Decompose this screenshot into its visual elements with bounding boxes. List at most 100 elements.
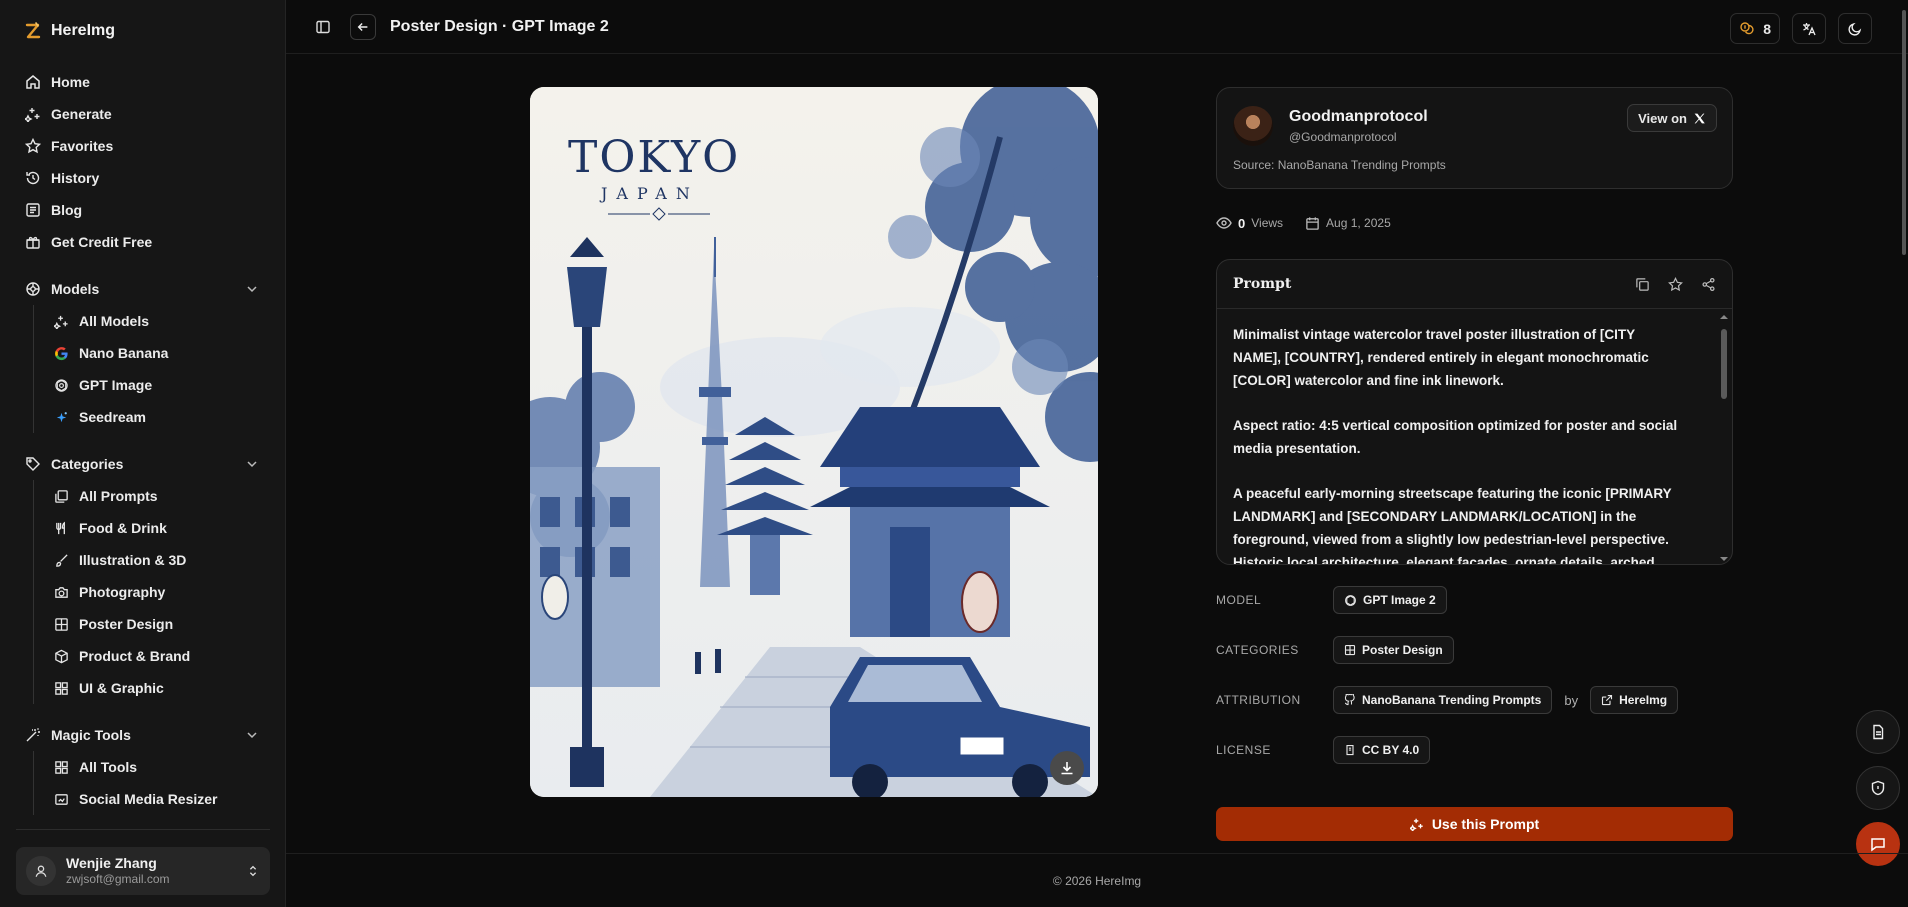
categories-row: CATEGORIES Poster Design bbox=[1216, 635, 1733, 665]
sidebar-item-label: Generate bbox=[51, 106, 112, 122]
brush-icon bbox=[56, 553, 68, 567]
sidebar-item-label: Poster Design bbox=[79, 616, 174, 632]
chevron-down-icon bbox=[247, 732, 257, 739]
star-icon bbox=[25, 138, 41, 154]
chevron-up-down-icon bbox=[249, 865, 257, 877]
language-button[interactable] bbox=[1792, 13, 1826, 44]
sidebar-item-get-credit[interactable]: Get Credit Free bbox=[16, 226, 269, 258]
sidebar-item-illustration[interactable]: Illustration & 3D bbox=[46, 544, 269, 576]
model-chip[interactable]: GPT Image 2 bbox=[1333, 586, 1447, 614]
translate-icon bbox=[1803, 22, 1816, 35]
section-label: Models bbox=[51, 281, 100, 297]
sidebar-item-nano-banana[interactable]: Nano Banana bbox=[46, 337, 269, 369]
section-magic-tools[interactable]: Magic Tools bbox=[16, 719, 269, 751]
sidebar-item-all-models[interactable]: All Models bbox=[46, 305, 269, 337]
google-icon bbox=[55, 346, 68, 360]
theme-toggle-button[interactable] bbox=[1838, 13, 1872, 44]
sidebar-item-history[interactable]: History bbox=[16, 162, 269, 194]
download-icon bbox=[1061, 762, 1073, 775]
category-value: Poster Design bbox=[1362, 643, 1443, 657]
prompt-paragraph: Minimalist vintage watercolor travel pos… bbox=[1233, 327, 1649, 388]
sidebar-item-generate[interactable]: Generate bbox=[16, 98, 269, 130]
models-list: All Models Nano Banana GPT Image Seedrea… bbox=[33, 305, 269, 433]
sidebar-item-food-drink[interactable]: Food & Drink bbox=[46, 512, 269, 544]
sidebar-item-label: Product & Brand bbox=[79, 648, 191, 664]
section-models[interactable]: Models bbox=[16, 273, 269, 305]
sidebar-item-label: UI & Graphic bbox=[79, 680, 164, 696]
author-name[interactable]: Goodmanprotocol bbox=[1289, 108, 1428, 126]
scroll-down-icon[interactable] bbox=[1720, 555, 1728, 563]
sidebar-item-poster-design[interactable]: Poster Design bbox=[46, 608, 269, 640]
sidebar-item-label: All Models bbox=[79, 313, 150, 329]
avatar bbox=[26, 856, 56, 886]
use-prompt-button[interactable]: Use this Prompt bbox=[1216, 807, 1733, 841]
page-scroll-thumb[interactable] bbox=[1902, 10, 1906, 255]
section-categories[interactable]: Categories bbox=[16, 448, 269, 480]
privacy-float-button[interactable] bbox=[1856, 766, 1900, 810]
back-button[interactable] bbox=[350, 13, 376, 40]
calendar-icon bbox=[1306, 216, 1319, 230]
sidebar-item-favorites[interactable]: Favorites bbox=[16, 130, 269, 162]
sidebar-item-home[interactable]: Home bbox=[16, 66, 269, 98]
history-icon bbox=[26, 171, 40, 185]
attribution-source-chip[interactable]: NanoBanana Trending Prompts bbox=[1333, 686, 1553, 714]
category-chip[interactable]: Poster Design bbox=[1333, 636, 1454, 664]
sidebar-item-product-brand[interactable]: Product & Brand bbox=[46, 640, 269, 672]
floating-actions bbox=[1856, 710, 1900, 866]
favorite-star-icon[interactable] bbox=[1668, 276, 1683, 292]
attribution-site: HereImg bbox=[1619, 693, 1668, 707]
view-on-x-button[interactable]: View on bbox=[1627, 104, 1717, 132]
sidebar-item-gpt-image[interactable]: GPT Image bbox=[46, 369, 269, 401]
toggle-sidebar-button[interactable] bbox=[310, 14, 336, 40]
footer: © 2026 HereImg bbox=[286, 853, 1908, 907]
attribution-row: ATTRIBUTION NanoBanana Trending Prompts … bbox=[1216, 685, 1733, 715]
license-icon bbox=[1346, 744, 1354, 756]
divider bbox=[16, 829, 270, 830]
author-source: Source: NanoBanana Trending Prompts bbox=[1233, 158, 1446, 172]
magic-wand-icon bbox=[26, 728, 40, 742]
credits-button[interactable]: 8 bbox=[1730, 13, 1780, 44]
sidebar-item-social-resizer[interactable]: Social Media Resizer bbox=[46, 783, 269, 815]
page-scrollbar[interactable] bbox=[1900, 0, 1908, 907]
home-icon bbox=[26, 75, 40, 89]
author-avatar[interactable] bbox=[1233, 106, 1273, 146]
scroll-up-icon[interactable] bbox=[1720, 313, 1728, 321]
topbar: Poster Design · GPT Image 2 8 bbox=[286, 0, 1908, 54]
app-root: HereImg Home Generate Favorites History … bbox=[0, 0, 1908, 907]
sidebar-item-all-tools[interactable]: All Tools bbox=[46, 751, 269, 783]
sidebar-item-photography[interactable]: Photography bbox=[46, 576, 269, 608]
sparkle-icon bbox=[54, 315, 68, 329]
license-row: LICENSE CC BY 4.0 bbox=[1216, 735, 1733, 765]
publish-date: Aug 1, 2025 bbox=[1326, 216, 1391, 230]
sidebar-item-label: All Tools bbox=[79, 759, 138, 775]
sparkle-icon bbox=[1409, 818, 1423, 831]
prompt-card: Prompt Minimalist vintage watercolor tra… bbox=[1216, 259, 1733, 565]
prompt-paragraph: Aspect ratio: 4:5 vertical composition o… bbox=[1233, 418, 1678, 456]
download-button[interactable] bbox=[1050, 751, 1084, 785]
sidebar-item-blog[interactable]: Blog bbox=[16, 194, 269, 226]
user-menu[interactable]: Wenjie Zhang zwjsoft@gmail.com bbox=[16, 847, 270, 895]
prompt-scroll-thumb[interactable] bbox=[1721, 329, 1727, 399]
brand[interactable]: HereImg bbox=[0, 0, 285, 62]
sidebar-item-label: Seedream bbox=[79, 409, 146, 425]
sidebar-item-all-prompts[interactable]: All Prompts bbox=[46, 480, 269, 512]
docs-float-button[interactable] bbox=[1856, 710, 1900, 754]
license-chip[interactable]: CC BY 4.0 bbox=[1333, 736, 1431, 764]
prompt-text[interactable]: Minimalist vintage watercolor travel pos… bbox=[1217, 309, 1732, 564]
share-icon[interactable] bbox=[1701, 277, 1716, 292]
page-title: Poster Design · GPT Image 2 bbox=[390, 17, 609, 35]
views-count: 0 bbox=[1238, 215, 1246, 231]
layout-icon bbox=[55, 617, 68, 631]
prompt-scrollbar[interactable] bbox=[1720, 313, 1728, 563]
box-icon bbox=[55, 649, 68, 663]
section-label: Magic Tools bbox=[51, 727, 131, 743]
moon-icon bbox=[1848, 22, 1862, 36]
shield-icon bbox=[1871, 780, 1885, 796]
sidebar-item-seedream[interactable]: Seedream bbox=[46, 401, 269, 433]
sidebar-item-ui-graphic[interactable]: UI & Graphic bbox=[46, 672, 269, 704]
attribution-by: by bbox=[1564, 692, 1579, 708]
copy-icon[interactable] bbox=[1635, 277, 1650, 292]
attribution-site-chip[interactable]: HereImg bbox=[1590, 686, 1679, 714]
poster-image[interactable]: TOKYO JAPAN bbox=[530, 87, 1098, 797]
categories-label: CATEGORIES bbox=[1216, 643, 1299, 657]
